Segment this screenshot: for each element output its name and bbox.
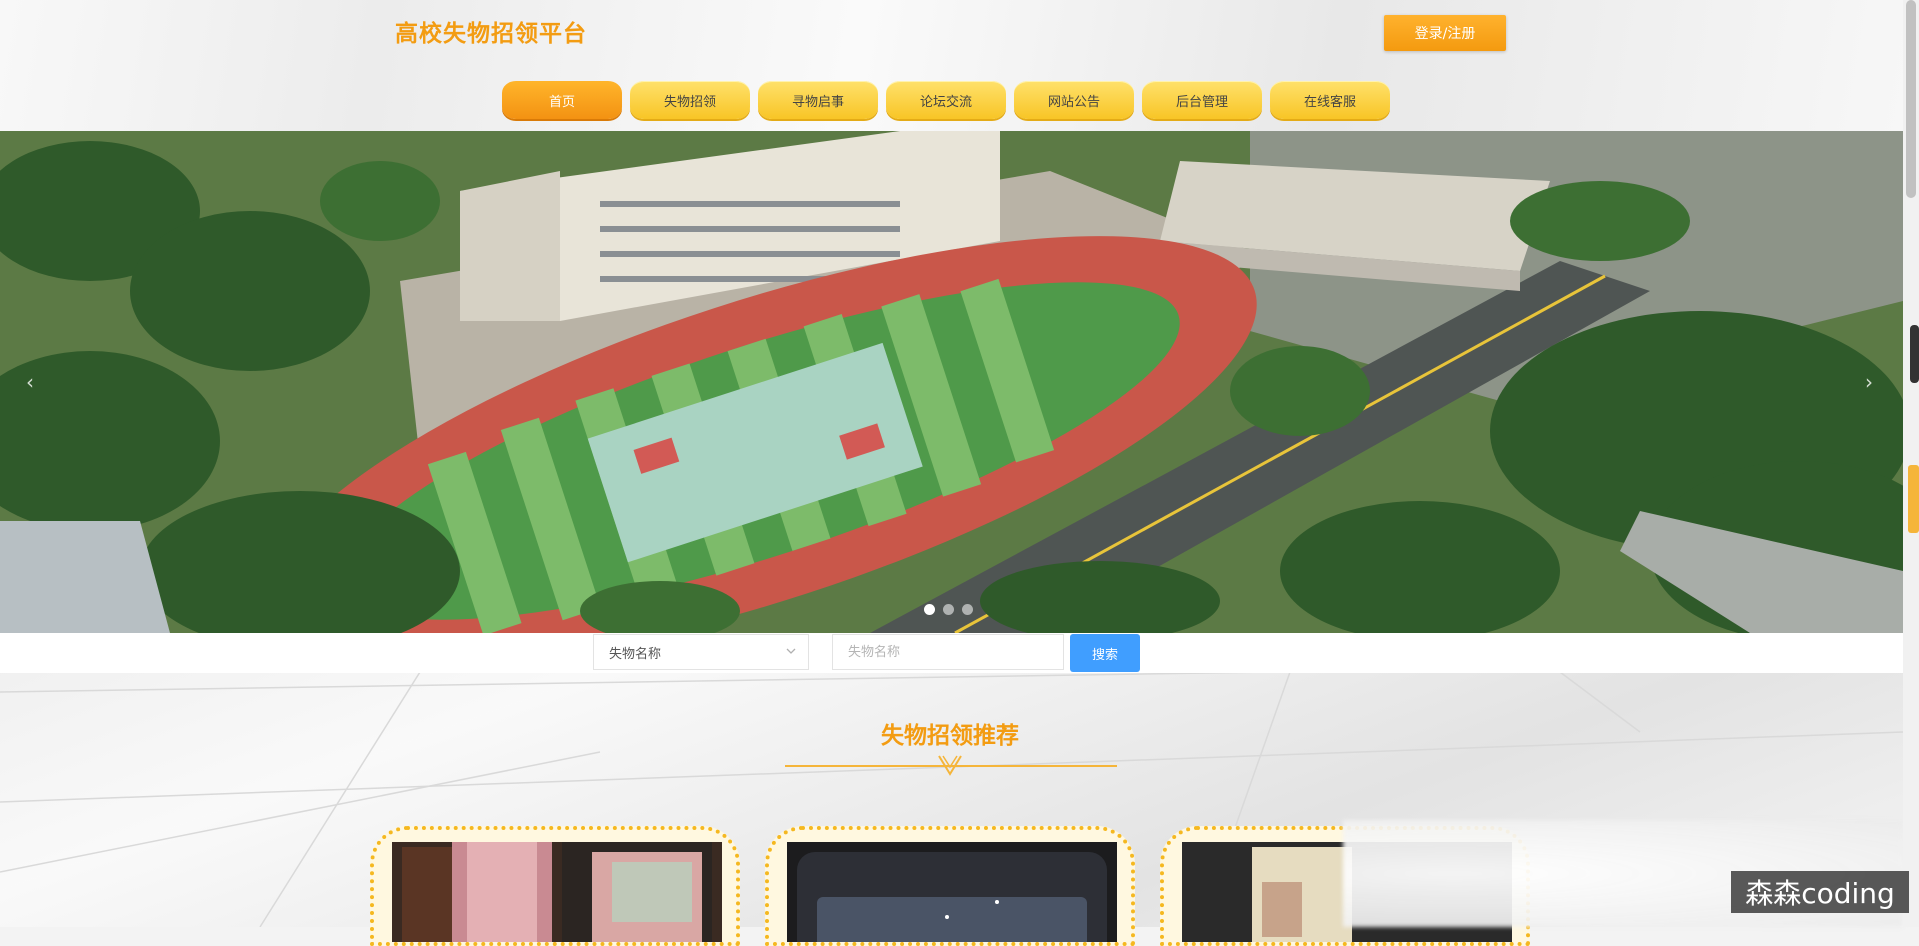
carousel-dot[interactable] [962,604,973,615]
card-image-wallet-cash [392,842,722,942]
nav-item-lost-found[interactable]: 失物招领 [630,81,750,119]
carousel-dot[interactable] [924,604,935,615]
campus-aerial-image [0,131,1903,633]
banner-carousel[interactable]: ‹ › [0,131,1903,633]
search-field-select[interactable]: 失物名称 [593,634,809,670]
recommend-card[interactable] [370,826,740,946]
page-scrollbar[interactable] [1903,0,1919,927]
nav-item-home[interactable]: 首页 [502,81,622,119]
chevron-left-icon[interactable]: ‹ [26,370,34,394]
side-handle-accent [1908,465,1919,533]
login-register-button[interactable]: 登录/注册 [1384,15,1506,51]
section-title: 失物招领推荐 [881,723,1019,749]
search-button[interactable]: 搜索 [1070,634,1140,672]
side-handle [1910,325,1919,383]
nav-item-announcements[interactable]: 网站公告 [1014,81,1134,119]
nav-item-forum[interactable]: 论坛交流 [886,81,1006,119]
scrollbar-thumb[interactable] [1906,0,1916,198]
main-nav: 首页 失物招领 寻物启事 论坛交流 网站公告 后台管理 在线客服 [502,81,1390,121]
chevron-down-icon [784,644,798,662]
carousel-dot[interactable] [943,604,954,615]
search-input[interactable] [832,634,1064,670]
nav-item-lost-notice[interactable]: 寻物启事 [758,81,878,119]
nav-item-online-service[interactable]: 在线客服 [1270,81,1390,119]
nav-item-admin[interactable]: 后台管理 [1142,81,1262,119]
chevron-right-icon[interactable]: › [1865,370,1873,394]
chevron-down-decor-icon [937,754,963,782]
site-title: 高校失物招领平台 [395,21,587,47]
watermark-text: 森森coding [1731,871,1909,913]
site-header: 高校失物招领平台 登录/注册 首页 失物招领 寻物启事 论坛交流 网站公告 后台… [0,0,1903,132]
card-image-dark-card [787,842,1117,942]
recommend-card[interactable] [765,826,1135,946]
carousel-indicators [924,604,973,615]
search-select-value: 失物名称 [609,646,662,662]
